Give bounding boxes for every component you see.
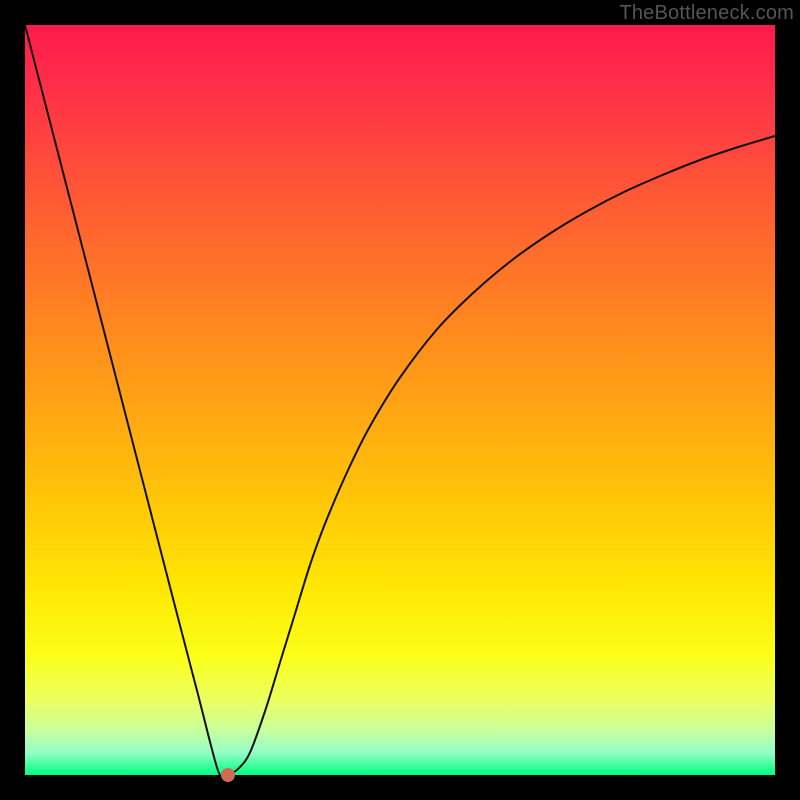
curve-svg [25, 25, 775, 775]
plot-area [25, 25, 775, 775]
min-marker [221, 768, 235, 782]
bottleneck-curve [25, 25, 775, 775]
watermark-text: TheBottleneck.com [619, 2, 794, 25]
chart-frame: TheBottleneck.com [0, 0, 800, 800]
